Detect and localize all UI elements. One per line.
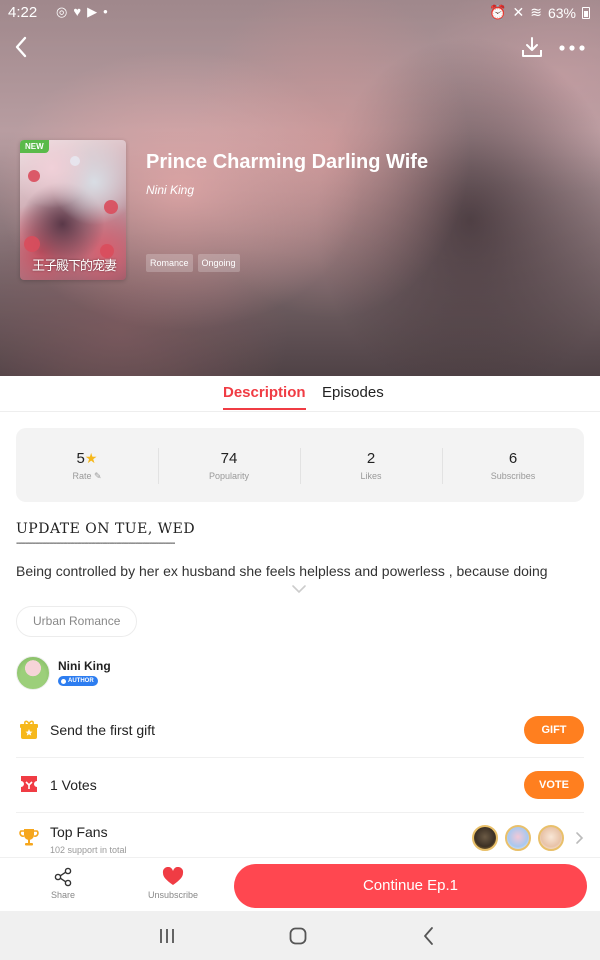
- download-button[interactable]: [520, 35, 544, 59]
- stat-rate-value: 5: [76, 450, 85, 467]
- comic-cover[interactable]: NEW 王子殿下的宠妻: [20, 140, 126, 280]
- status-time: 4:22: [8, 4, 38, 21]
- battery-text: 63%: [547, 4, 576, 21]
- row-divider: [16, 757, 584, 758]
- share-button[interactable]: Share: [38, 867, 88, 900]
- system-nav-bar: [0, 911, 600, 960]
- tag-chip[interactable]: Romance: [146, 254, 193, 272]
- top-fans-sub: 102 support in total: [50, 845, 127, 855]
- twitter-icon: ♥: [73, 4, 82, 19]
- status-bar: 4:22 ◎ ♥ ▶ • ⏰ ✕ ≋ 63%: [0, 0, 600, 26]
- more-options-button[interactable]: [558, 38, 586, 58]
- stat-subscribes-value: 6: [508, 450, 518, 467]
- share-label: Share: [50, 890, 76, 900]
- hero-banner: 4:22 ◎ ♥ ▶ • ⏰ ✕ ≋ 63% NEW 王子殿下的宠妻 Princ…: [0, 0, 600, 376]
- notification-icons: ◎ ♥ ▶ •: [56, 4, 108, 20]
- fan-avatar[interactable]: [505, 825, 531, 851]
- status-right: ⏰ ✕ ≋ 63%: [489, 4, 590, 21]
- top-fans-row[interactable]: Top Fans 102 support in total: [0, 820, 600, 858]
- stat-likes: 2 Likes: [300, 428, 442, 502]
- author-badge: AUTHOR: [58, 676, 98, 686]
- stat-popularity: 74 Popularity: [158, 428, 300, 502]
- stat-popularity-value: 74: [220, 450, 238, 467]
- gift-icon: [20, 720, 38, 739]
- cover-rose: [28, 170, 40, 182]
- unsubscribe-label: Unsubscribe: [147, 890, 199, 900]
- trophy-icon: [19, 829, 39, 846]
- comic-author[interactable]: Nini King: [146, 183, 194, 197]
- tag-chip[interactable]: Ongoing: [197, 254, 240, 272]
- gift-row: Send the first gift GIFT: [0, 710, 600, 750]
- system-back-button[interactable]: [418, 925, 440, 947]
- stat-rate-label: Rate: [72, 471, 92, 481]
- mute-icon: ✕: [512, 4, 525, 20]
- star-icon: ★: [84, 450, 98, 466]
- stats-card: 5★ Rate ✎ 74 Popularity 2 Likes 6 Subscr…: [16, 428, 584, 502]
- author-name: Nini King: [58, 659, 111, 673]
- comic-title: Prince Charming Darling Wife: [146, 151, 429, 173]
- description-text: Being controlled by her ex husband she f…: [16, 563, 548, 579]
- more-icon: [559, 45, 585, 51]
- tab-episodes[interactable]: Episodes: [322, 384, 384, 401]
- stat-rate-value-wrap: 5★: [16, 450, 158, 467]
- chevron-left-icon: [15, 36, 27, 58]
- chevron-right-icon: [576, 832, 584, 844]
- fan-avatar[interactable]: [472, 825, 498, 851]
- gift-label: Send the first gift: [50, 722, 156, 738]
- continue-reading-button[interactable]: Continue Ep.1: [234, 864, 587, 908]
- pencil-icon: ✎: [93, 471, 102, 481]
- cover-rose: [104, 200, 118, 214]
- tab-description[interactable]: Description: [223, 384, 306, 410]
- stat-subscribes-label: Subscribes: [490, 471, 536, 481]
- dot-icon: •: [103, 4, 108, 19]
- stat-likes-label: Likes: [360, 471, 382, 481]
- votes-row: 1 Votes VOTE: [0, 765, 600, 805]
- unsubscribe-button[interactable]: Unsubscribe: [140, 867, 206, 900]
- cover-rose: [24, 236, 40, 252]
- cover-title-art: 王子殿下的宠妻: [31, 259, 117, 274]
- bottom-action-bar: Share Unsubscribe Continue Ep.1: [0, 857, 600, 911]
- heart-icon: [162, 867, 184, 885]
- tab-bar: Description Episodes: [0, 376, 600, 412]
- wifi-icon: ≋: [530, 4, 542, 20]
- battery-icon: [582, 6, 590, 19]
- alarm-icon: ⏰: [489, 4, 507, 20]
- top-fans-label: Top Fans: [50, 824, 108, 840]
- row-divider: [16, 812, 584, 813]
- vote-ticket-icon: [21, 776, 37, 792]
- votes-label: 1 Votes: [50, 777, 97, 793]
- cover-hair: [70, 156, 80, 166]
- stat-subscribes: 6 Subscribes: [442, 428, 584, 502]
- description-divider: ----------------------------------------…: [16, 538, 175, 549]
- update-schedule: UPDATE ON TUE, WED: [16, 521, 196, 537]
- author-avatar[interactable]: [16, 656, 50, 690]
- stat-likes-value: 2: [366, 450, 376, 467]
- stat-popularity-label: Popularity: [208, 471, 250, 481]
- share-icon: [54, 867, 72, 887]
- gift-button[interactable]: GIFT: [524, 716, 584, 744]
- chevron-down-icon: [292, 585, 306, 594]
- youtube-icon: ▶: [87, 4, 98, 19]
- stat-rate[interactable]: 5★ Rate ✎: [16, 428, 158, 502]
- download-icon: [522, 37, 542, 57]
- comic-tags: Romance Ongoing: [146, 254, 240, 272]
- fan-avatar[interactable]: [538, 825, 564, 851]
- instagram-icon: ◎: [56, 4, 68, 19]
- vote-button[interactable]: VOTE: [524, 771, 584, 799]
- back-button[interactable]: [10, 34, 34, 60]
- genre-chip[interactable]: Urban Romance: [16, 606, 138, 637]
- recent-apps-button[interactable]: [156, 925, 178, 947]
- stat-rate-label-wrap: Rate ✎: [16, 471, 158, 482]
- expand-description-button[interactable]: [291, 581, 307, 594]
- new-badge: NEW: [20, 140, 49, 153]
- home-button[interactable]: [287, 925, 309, 947]
